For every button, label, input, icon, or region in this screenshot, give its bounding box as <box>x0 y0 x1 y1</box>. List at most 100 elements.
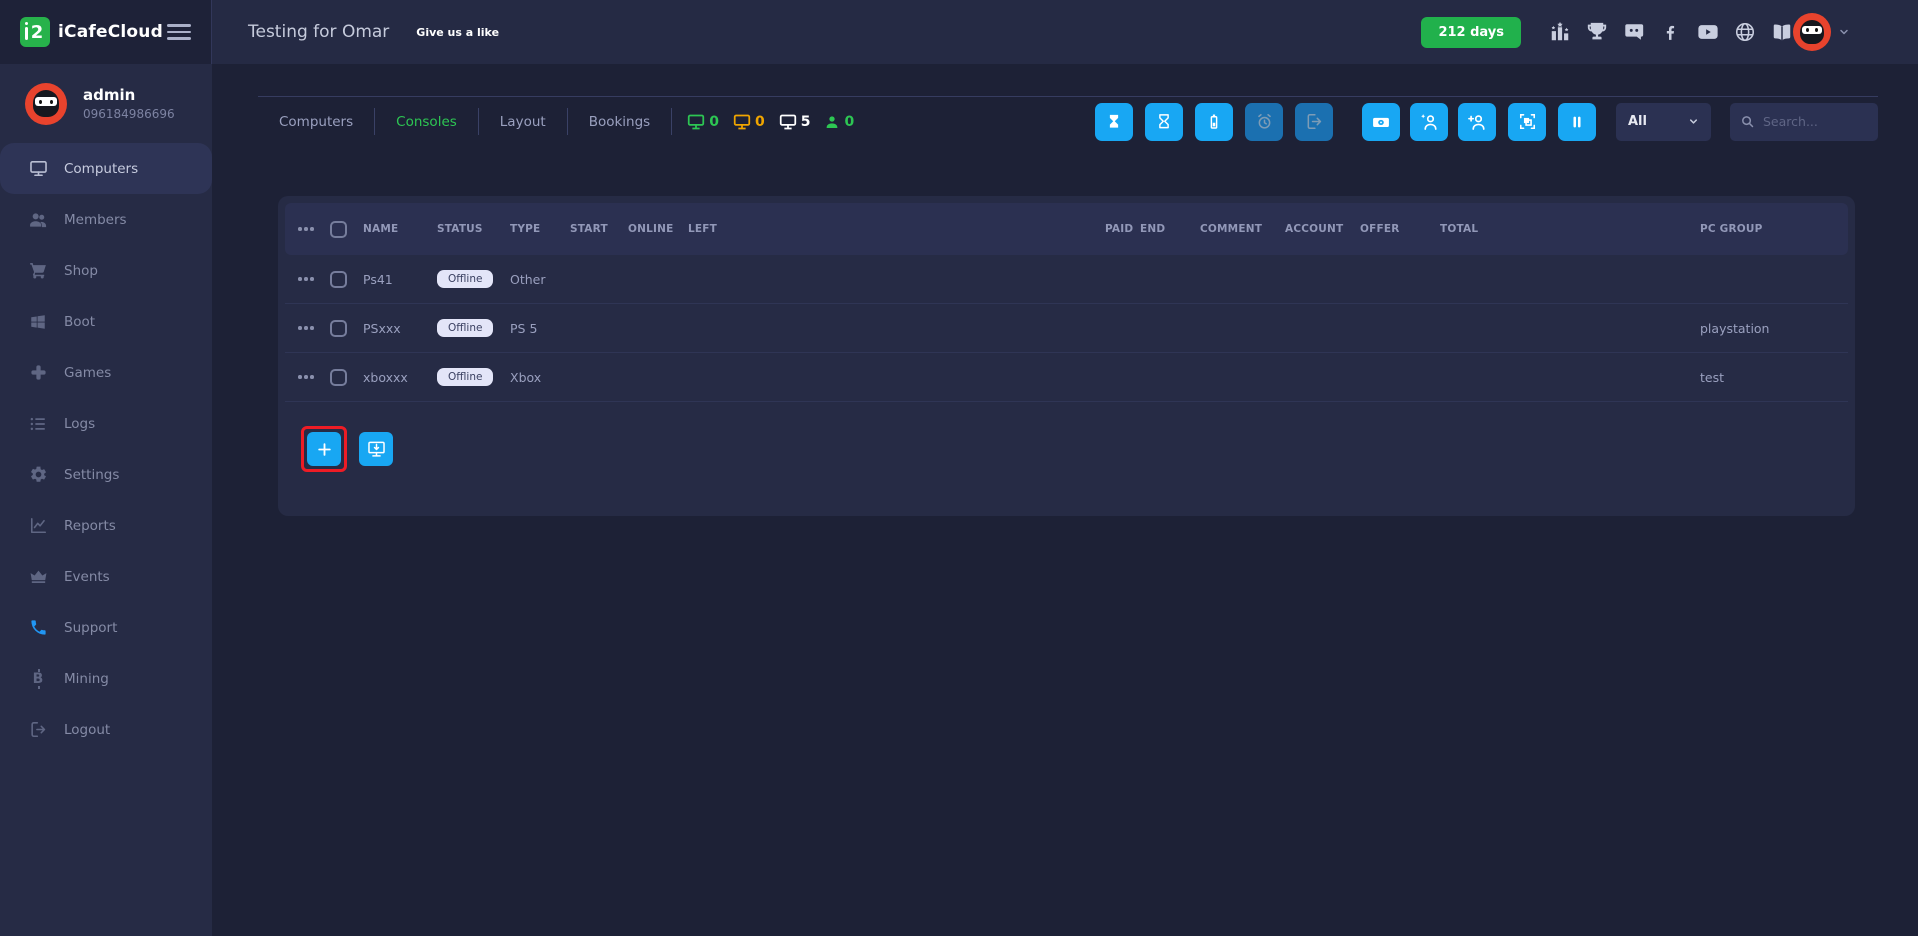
hourglass-outline-button[interactable] <box>1145 103 1183 141</box>
column-header-status: STATUS <box>437 223 510 235</box>
row-menu-button[interactable] <box>298 326 330 330</box>
top-header: 2 iCafeCloud Testing for Omar Give us a … <box>0 0 1918 64</box>
search-box <box>1730 103 1878 141</box>
member-star-button[interactable] <box>1410 103 1448 141</box>
license-days-badge[interactable]: 212 days <box>1421 17 1521 48</box>
avatar <box>25 83 67 125</box>
phone-icon <box>28 618 48 637</box>
give-us-a-like-link[interactable]: Give us a like <box>416 26 499 39</box>
column-header-offer: OFFER <box>1360 223 1440 235</box>
search-icon <box>1740 114 1755 129</box>
column-header-end: END <box>1140 223 1200 235</box>
sidebar-toggle-button[interactable] <box>167 24 191 40</box>
user-menu[interactable] <box>1793 13 1850 51</box>
pause-button[interactable] <box>1558 103 1596 141</box>
logout-icon <box>28 720 48 739</box>
logo-area: 2 iCafeCloud <box>0 0 212 64</box>
plus-icon <box>316 441 333 458</box>
globe-icon[interactable] <box>1734 21 1756 43</box>
money-button[interactable] <box>1362 103 1400 141</box>
sidebar-item-support[interactable]: Support <box>0 602 212 653</box>
sidebar-item-label: Logs <box>64 416 95 432</box>
alarm-button[interactable] <box>1245 103 1283 141</box>
row-menu-button[interactable] <box>298 375 330 379</box>
chart-icon <box>28 516 48 535</box>
filter-value: All <box>1628 114 1647 129</box>
sidebar-item-label: Reports <box>64 518 116 534</box>
sidebar-item-computers[interactable]: Computers <box>0 143 212 194</box>
header-links <box>1549 21 1793 43</box>
main-content: Computers Consoles Layout Bookings 0 0 <box>212 64 1918 936</box>
sidebar: admin 096184986696 Computers Members Sho… <box>0 64 212 936</box>
tab-layout[interactable]: Layout <box>479 114 567 130</box>
table-row: xboxxx Offline Xbox test <box>285 353 1848 402</box>
hourglass-filled-button[interactable] <box>1095 103 1133 141</box>
install-client-button[interactable] <box>359 432 393 466</box>
sidebar-item-label: Shop <box>64 263 98 279</box>
avatar <box>1793 13 1831 51</box>
cell-status: Offline <box>437 368 510 386</box>
hourglass-outline-icon <box>1155 113 1173 131</box>
cell-type: PS 5 <box>510 321 570 336</box>
screenshot-button[interactable] <box>1508 103 1546 141</box>
sidebar-item-logout[interactable]: Logout <box>0 704 212 755</box>
search-input[interactable] <box>1763 114 1868 129</box>
header-main: Testing for Omar Give us a like 212 days <box>212 0 1918 64</box>
cafe-title: Testing for Omar <box>248 22 389 42</box>
status-badge: Offline <box>437 368 493 386</box>
youtube-icon[interactable] <box>1697 21 1719 43</box>
tab-consoles[interactable]: Consoles <box>375 114 478 130</box>
windows-icon <box>28 313 48 331</box>
sidebar-item-events[interactable]: Events <box>0 551 212 602</box>
cell-name: PSxxx <box>363 321 437 336</box>
brand-name: iCafeCloud <box>58 22 163 42</box>
facebook-icon[interactable] <box>1660 21 1682 43</box>
highlight-ring <box>301 426 347 472</box>
sidebar-item-reports[interactable]: Reports <box>0 500 212 551</box>
select-all-checkbox[interactable] <box>330 221 347 238</box>
sidebar-item-shop[interactable]: Shop <box>0 245 212 296</box>
checkout-button[interactable] <box>1295 103 1333 141</box>
tab-computers[interactable]: Computers <box>258 114 374 130</box>
brand-logo-icon[interactable]: 2 <box>20 17 50 47</box>
column-header-type: TYPE <box>510 223 570 235</box>
column-header-start: START <box>570 223 628 235</box>
sidebar-item-games[interactable]: Games <box>0 347 212 398</box>
cell-type: Other <box>510 272 570 287</box>
guide-icon[interactable] <box>1771 21 1793 43</box>
row-menu-button[interactable] <box>298 277 330 281</box>
monitor-icon <box>779 114 797 130</box>
battery-button[interactable] <box>1195 103 1233 141</box>
sidebar-item-mining[interactable]: B Mining <box>0 653 212 704</box>
column-header-pc-group: PC GROUP <box>1700 223 1848 235</box>
pc-group-filter-select[interactable]: All <box>1616 103 1711 141</box>
tab-bookings[interactable]: Bookings <box>568 114 672 130</box>
cart-icon <box>28 261 48 280</box>
bitcoin-icon: B <box>28 672 48 686</box>
discord-icon[interactable] <box>1623 21 1645 43</box>
sidebar-item-label: Logout <box>64 722 110 738</box>
sidebar-item-label: Games <box>64 365 111 381</box>
users-icon <box>28 210 48 230</box>
counter-members: 0 <box>824 114 854 130</box>
row-checkbox[interactable] <box>330 369 347 386</box>
user-star-icon <box>1419 112 1439 132</box>
row-checkbox[interactable] <box>330 320 347 337</box>
counter-offline: 5 <box>779 114 811 130</box>
ranking-icon[interactable] <box>1549 21 1571 43</box>
member-add-button[interactable] <box>1458 103 1496 141</box>
sidebar-item-settings[interactable]: Settings <box>0 449 212 500</box>
row-checkbox[interactable] <box>330 271 347 288</box>
sidebar-item-members[interactable]: Members <box>0 194 212 245</box>
sidebar-item-logs[interactable]: Logs <box>0 398 212 449</box>
add-console-button[interactable] <box>307 432 341 466</box>
sidebar-item-boot[interactable]: Boot <box>0 296 212 347</box>
chevron-down-icon <box>1688 116 1699 127</box>
trophy-icon[interactable] <box>1586 21 1608 43</box>
user-icon <box>824 114 840 130</box>
cell-name: xboxxx <box>363 370 437 385</box>
hourglass-filled-icon <box>1105 113 1123 131</box>
status-badge: Offline <box>437 319 493 337</box>
counter-online: 0 <box>687 114 719 130</box>
sidebar-user-block: admin 096184986696 <box>0 64 212 143</box>
